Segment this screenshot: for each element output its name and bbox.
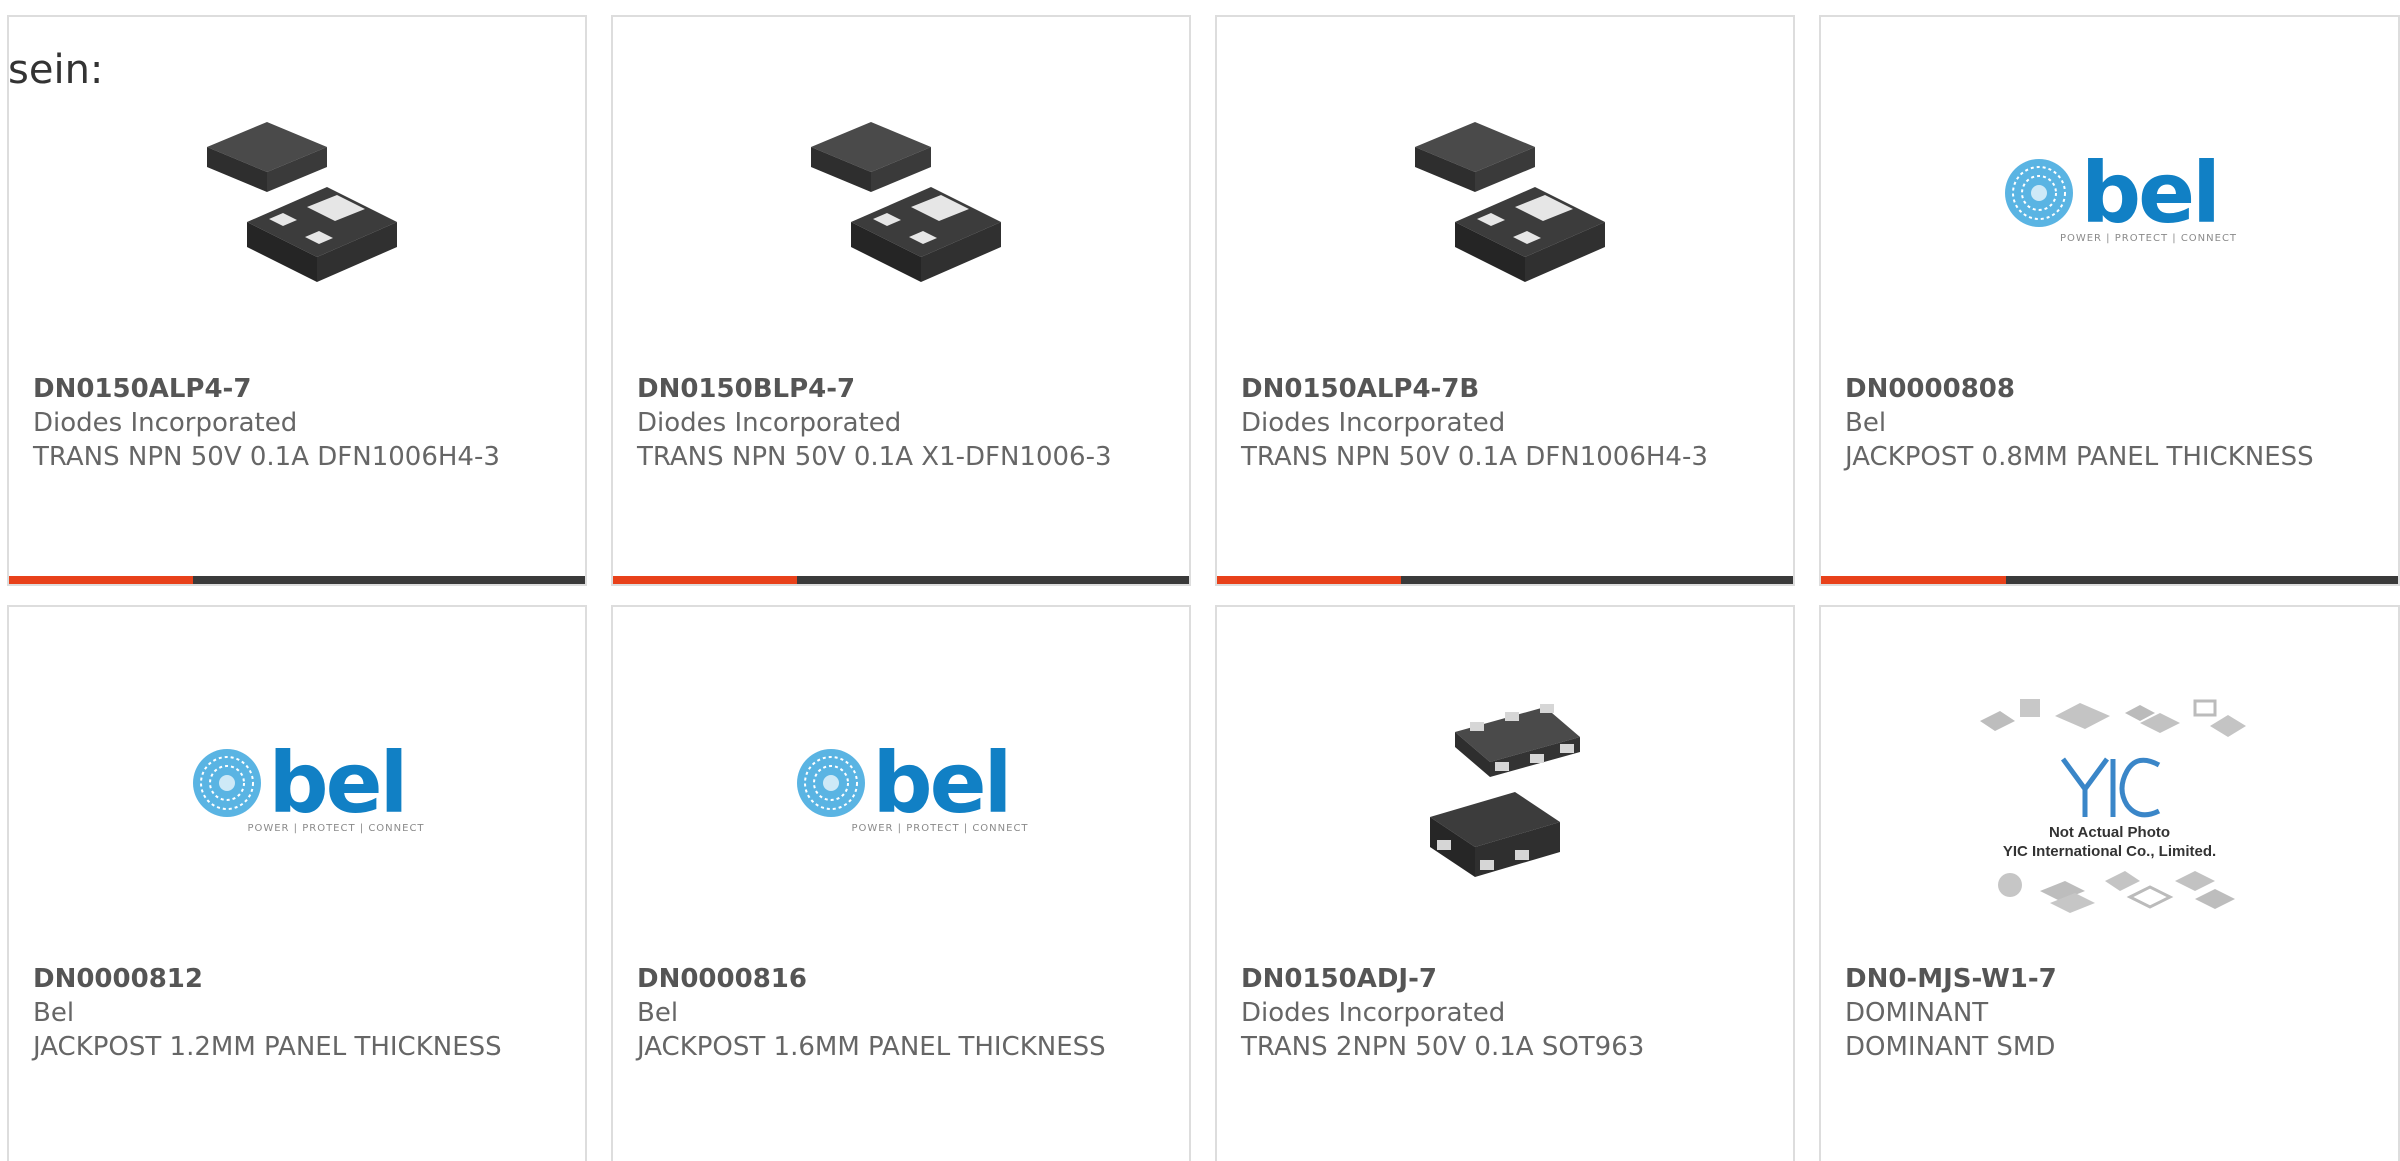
bel-logo-tagline: POWER | PROTECT | CONNECT <box>247 822 425 834</box>
product-description: TRANS NPN 50V 0.1A DFN1006H4-3 <box>33 442 500 472</box>
progress-fill <box>1821 576 2006 584</box>
product-card[interactable]: Not Actual Photo YIC International Co., … <box>1819 605 2400 1161</box>
placeholder-line-1: Not Actual Photo <box>2048 824 2171 841</box>
product-image[interactable] <box>9 87 585 307</box>
bel-logo-tagline: POWER | PROTECT | CONNECT <box>851 822 1029 834</box>
product-description: DOMINANT SMD <box>1845 1032 2056 1062</box>
manufacturer-name: Diodes Incorporated <box>1241 998 1506 1028</box>
bel-logo-word: bel <box>268 733 409 832</box>
manufacturer-name: Bel <box>1845 408 1887 438</box>
product-description: JACKPOST 0.8MM PANEL THICKNESS <box>1845 442 2314 472</box>
part-number-link[interactable]: DN0000816 <box>637 962 1169 996</box>
progress-bar <box>1217 576 1793 584</box>
product-card[interactable]: DN0150ALP4-7 Diodes Incorporated TRANS N… <box>7 15 587 586</box>
bel-logo: bel POWER | PROTECT | CONNECT <box>773 741 1028 834</box>
bel-logo-tagline: POWER | PROTECT | CONNECT <box>2059 232 2238 244</box>
bel-globe-icon <box>796 748 865 817</box>
chip-packages-top-icon <box>1979 699 2246 737</box>
product-info: DN0150ADJ-7 Diodes Incorporated TRANS 2N… <box>1241 962 1773 1064</box>
product-info: DN0-MJS-W1-7 DOMINANT DOMINANT SMD <box>1845 962 2378 1064</box>
product-card[interactable]: DN0150ALP4-7B Diodes Incorporated TRANS … <box>1215 15 1795 586</box>
sot963-package-icon <box>1430 704 1580 877</box>
part-number-link[interactable]: DN0150ALP4-7 <box>33 372 565 406</box>
product-description: JACKPOST 1.2MM PANEL THICKNESS <box>33 1032 502 1062</box>
product-image[interactable] <box>613 87 1189 307</box>
part-number-link[interactable]: DN0000808 <box>1845 372 2378 406</box>
part-number-link[interactable]: DN0150ADJ-7 <box>1241 962 1773 996</box>
dfn3-package-icon <box>1415 122 1605 282</box>
manufacturer-name: Diodes Incorporated <box>1241 408 1506 438</box>
product-info: DN0000808 Bel JACKPOST 0.8MM PANEL THICK… <box>1845 372 2378 474</box>
part-number-link[interactable]: DN0-MJS-W1-7 <box>1845 962 2378 996</box>
yic-logo-icon <box>2060 757 2160 818</box>
product-description: TRANS 2NPN 50V 0.1A SOT963 <box>1241 1032 1645 1062</box>
progress-fill <box>1217 576 1402 584</box>
manufacturer-name: Bel <box>637 998 679 1028</box>
bel-globe-icon <box>2005 158 2074 227</box>
progress-bar <box>9 576 585 584</box>
dfn3-package-icon <box>207 122 397 282</box>
placeholder-line-2: YIC International Co., Limited. <box>2002 843 2217 860</box>
product-info: DN0000816 Bel JACKPOST 1.6MM PANEL THICK… <box>637 962 1169 1064</box>
yic-placeholder: Not Actual Photo YIC International Co., … <box>1970 691 2250 913</box>
part-number-link[interactable]: DN0150ALP4-7B <box>1241 372 1773 406</box>
product-description: TRANS NPN 50V 0.1A X1-DFN1006-3 <box>637 442 1112 472</box>
intro-text: sein: <box>8 47 104 93</box>
product-info: DN0150ALP4-7 Diodes Incorporated TRANS N… <box>33 372 565 474</box>
progress-fill <box>613 576 798 584</box>
progress-fill <box>9 576 194 584</box>
product-info: DN0150BLP4-7 Diodes Incorporated TRANS N… <box>637 372 1169 474</box>
manufacturer-name: DOMINANT <box>1845 998 1989 1028</box>
part-number-link[interactable]: DN0150BLP4-7 <box>637 372 1169 406</box>
product-image[interactable] <box>1217 87 1793 307</box>
product-card[interactable]: bel POWER | PROTECT | CONNECT DN0000808 … <box>1819 15 2400 586</box>
bel-logo-word: bel <box>2081 143 2221 242</box>
product-card[interactable]: DN0150ADJ-7 Diodes Incorporated TRANS 2N… <box>1215 605 1795 1161</box>
product-image[interactable] <box>1217 677 1793 897</box>
manufacturer-name: Bel <box>33 998 75 1028</box>
product-image[interactable]: bel POWER | PROTECT | CONNECT <box>1821 87 2398 307</box>
bel-logo: bel POWER | PROTECT | CONNECT <box>1982 151 2237 244</box>
product-description: TRANS NPN 50V 0.1A DFN1006H4-3 <box>1241 442 1708 472</box>
progress-bar <box>1821 576 2398 584</box>
product-info: DN0150ALP4-7B Diodes Incorporated TRANS … <box>1241 372 1773 474</box>
bel-globe-icon <box>192 748 261 817</box>
bel-logo: bel POWER | PROTECT | CONNECT <box>169 741 424 834</box>
manufacturer-name: Diodes Incorporated <box>33 408 298 438</box>
product-card[interactable]: bel POWER | PROTECT | CONNECT DN0000816 … <box>611 605 1191 1161</box>
product-image[interactable]: bel POWER | PROTECT | CONNECT <box>9 677 585 897</box>
dfn3-package-icon <box>811 122 1001 282</box>
manufacturer-name: Diodes Incorporated <box>637 408 902 438</box>
product-listing-page: sein: DN0150ALP4-7 Diodes Incorporated T… <box>0 0 2400 1161</box>
part-number-link[interactable]: DN0000812 <box>33 962 565 996</box>
product-card[interactable]: DN0150BLP4-7 Diodes Incorporated TRANS N… <box>611 15 1191 586</box>
product-info: DN0000812 Bel JACKPOST 1.2MM PANEL THICK… <box>33 962 565 1064</box>
bel-logo-word: bel <box>872 733 1013 832</box>
product-description: JACKPOST 1.6MM PANEL THICKNESS <box>637 1032 1106 1062</box>
product-image[interactable]: Not Actual Photo YIC International Co., … <box>1821 691 2398 913</box>
product-card[interactable]: bel POWER | PROTECT | CONNECT DN0000812 … <box>7 605 587 1161</box>
progress-bar <box>613 576 1189 584</box>
product-image[interactable]: bel POWER | PROTECT | CONNECT <box>613 677 1189 897</box>
chip-packages-bottom-icon <box>1997 871 2235 913</box>
